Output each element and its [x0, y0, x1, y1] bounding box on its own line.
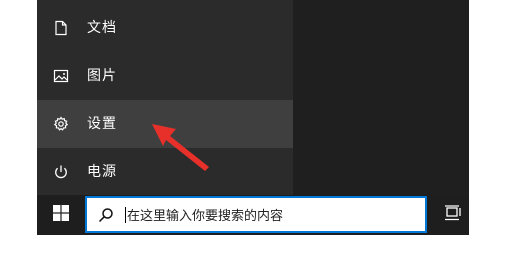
start-menu-item-label: 电源 [87, 164, 117, 180]
start-menu-item-label: 文档 [87, 20, 117, 36]
start-menu-item-documents[interactable]: 文档 [37, 4, 293, 52]
start-menu-tiles-area [293, 0, 469, 195]
text-cursor [125, 206, 126, 223]
task-view-icon [444, 205, 462, 225]
power-icon [53, 164, 69, 180]
pictures-icon [53, 68, 69, 84]
windows-logo-icon [53, 205, 69, 225]
start-menu-item-settings[interactable]: 设置 [37, 100, 293, 148]
start-menu-panel: 文档 图片 设置 电源 [37, 0, 293, 195]
search-icon [97, 206, 115, 224]
taskbar: 在这里输入你要搜索的内容 [37, 195, 469, 235]
start-menu-item-label: 设置 [87, 116, 117, 132]
gear-icon [53, 116, 69, 132]
document-icon [53, 20, 69, 36]
search-placeholder: 在这里输入你要搜索的内容 [127, 209, 284, 224]
search-input[interactable]: 在这里输入你要搜索的内容 [85, 196, 427, 233]
start-menu-item-power[interactable]: 电源 [37, 148, 293, 196]
start-button[interactable] [37, 195, 85, 235]
start-menu-item-pictures[interactable]: 图片 [37, 52, 293, 100]
start-menu-item-label: 图片 [87, 68, 117, 84]
task-view-button[interactable] [437, 195, 469, 235]
